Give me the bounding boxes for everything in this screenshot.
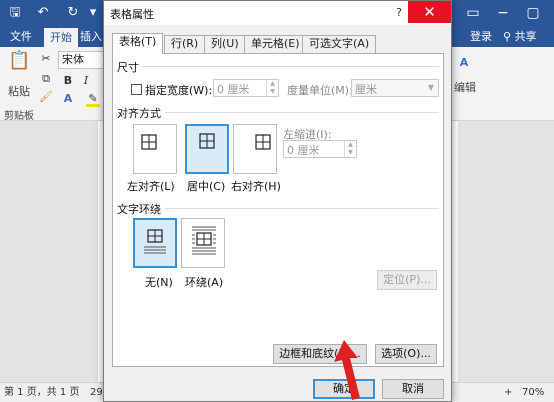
align-right-icon [255, 134, 271, 150]
alignment-divider [117, 112, 439, 113]
customize-toolbar-icon[interactable]: ▾ [84, 4, 102, 22]
measure-in-value: 厘米 [355, 83, 377, 96]
size-section-label: 尺寸 [117, 59, 143, 75]
font-name-box[interactable]: 宋体 [58, 51, 104, 69]
alignment-section-label: 对齐方式 [117, 105, 165, 121]
wrap-none-option[interactable] [133, 218, 177, 268]
italic-button[interactable]: I [78, 73, 94, 89]
preferred-width-label[interactable]: 指定宽度(W): [145, 82, 212, 98]
wrap-around-label[interactable]: 环绕(A) [185, 274, 223, 290]
tab-row[interactable]: 行(R) [164, 35, 206, 53]
tab-file[interactable]: 文件 [4, 27, 38, 47]
tab-alt-text[interactable]: 可选文字(A) [302, 35, 377, 53]
redo-icon[interactable]: ↻ [64, 4, 82, 22]
options-button[interactable]: 选项(O)... [375, 344, 437, 364]
dialog-title-bar: 表格属性 ? ✕ [104, 1, 451, 25]
highlight-icon[interactable]: ✎ [86, 91, 100, 107]
zoom-in-icon[interactable]: + [504, 383, 512, 402]
help-icon[interactable]: ? [391, 5, 407, 21]
clipboard-group-label: 剪贴板 [4, 111, 34, 122]
positioning-button[interactable]: 定位(P)... [377, 270, 437, 290]
preferred-width-value: 0 厘米 [217, 83, 250, 96]
table-properties-dialog: 表格属性 ? ✕ 表格(T) 行(R) 列(U) 单元格(E) 可选文字(A) … [103, 0, 452, 402]
close-icon[interactable]: ✕ [408, 1, 451, 23]
login-link[interactable]: 登录 [470, 27, 492, 47]
tab-home[interactable]: 开始 [44, 28, 78, 47]
align-center-option[interactable] [185, 124, 229, 174]
tab-table[interactable]: 表格(T) [112, 33, 164, 54]
copy-icon[interactable]: ⧉ [38, 71, 54, 87]
align-left-label[interactable]: 左对齐(L) [127, 178, 175, 194]
person-icon: ⚲ [503, 30, 512, 43]
indent-left-input[interactable]: 0 厘米 ▲ ▼ [283, 140, 357, 158]
align-right-label[interactable]: 右对齐(H) [231, 178, 281, 194]
align-left-icon [141, 134, 157, 150]
paste-icon[interactable]: 📋 [8, 52, 30, 77]
styles-icon[interactable]: A [458, 55, 470, 71]
share-label: 共享 [514, 30, 537, 43]
edit-group-label[interactable]: 编辑 [454, 79, 476, 95]
wrap-around-option[interactable] [181, 218, 225, 268]
undo-icon[interactable]: ↶ [34, 4, 52, 22]
measure-in-label: 度量单位(M): [287, 84, 353, 97]
tab-cell[interactable]: 单元格(E) [244, 35, 307, 53]
tab-column[interactable]: 列(U) [204, 35, 246, 53]
tab-panel-table: 尺寸 指定宽度(W): 0 厘米 ▲ ▼ 度量单位(M): 厘米 ▼ 对齐方式 … [112, 53, 444, 367]
spin-up-icon[interactable]: ▲ [344, 141, 356, 149]
cancel-button[interactable]: 取消 [382, 379, 444, 399]
spin-down-icon[interactable]: ▼ [344, 149, 356, 157]
spin-down-icon[interactable]: ▼ [266, 88, 278, 96]
chevron-down-icon: ▼ [427, 83, 435, 92]
preferred-width-checkbox[interactable] [131, 84, 142, 95]
word-count[interactable]: 29 [90, 383, 103, 402]
ribbon-display-icon[interactable]: ▭ [458, 0, 488, 27]
measure-in-select[interactable]: 厘米 ▼ [351, 79, 439, 97]
page-count[interactable]: 第 1 页，共 1 页 [4, 383, 79, 402]
wrap-around-icon [192, 226, 216, 255]
cut-icon[interactable]: ✂ [38, 51, 54, 67]
wrap-none-icon [144, 229, 166, 254]
restore-icon[interactable]: ▢ [518, 0, 548, 27]
zoom-level[interactable]: 70% [522, 383, 544, 402]
paste-label: 粘贴 [8, 85, 30, 98]
indent-left-value: 0 厘米 [287, 144, 320, 157]
minimize-icon[interactable]: − [488, 0, 518, 27]
format-painter-icon[interactable]: 🖌 [38, 89, 54, 105]
text-effects-button[interactable]: A [60, 91, 76, 107]
bold-button[interactable]: B [60, 73, 76, 89]
align-right-option[interactable] [233, 124, 277, 174]
align-center-label[interactable]: 居中(C) [187, 178, 225, 194]
save-icon[interactable]: 🖫 [6, 4, 24, 22]
align-center-icon [199, 133, 215, 149]
wrapping-divider [117, 208, 439, 209]
spin-up-icon[interactable]: ▲ [266, 80, 278, 88]
share-button[interactable]: ⚲ 共享 [503, 27, 537, 47]
preferred-width-input[interactable]: 0 厘米 ▲ ▼ [213, 79, 279, 97]
annotation-arrow-icon [334, 340, 360, 400]
size-divider [117, 66, 439, 67]
align-left-option[interactable] [133, 124, 177, 174]
wrapping-section-label: 文字环绕 [117, 201, 165, 217]
wrap-none-label[interactable]: 无(N) [145, 274, 173, 290]
dialog-title: 表格属性 [110, 8, 154, 21]
